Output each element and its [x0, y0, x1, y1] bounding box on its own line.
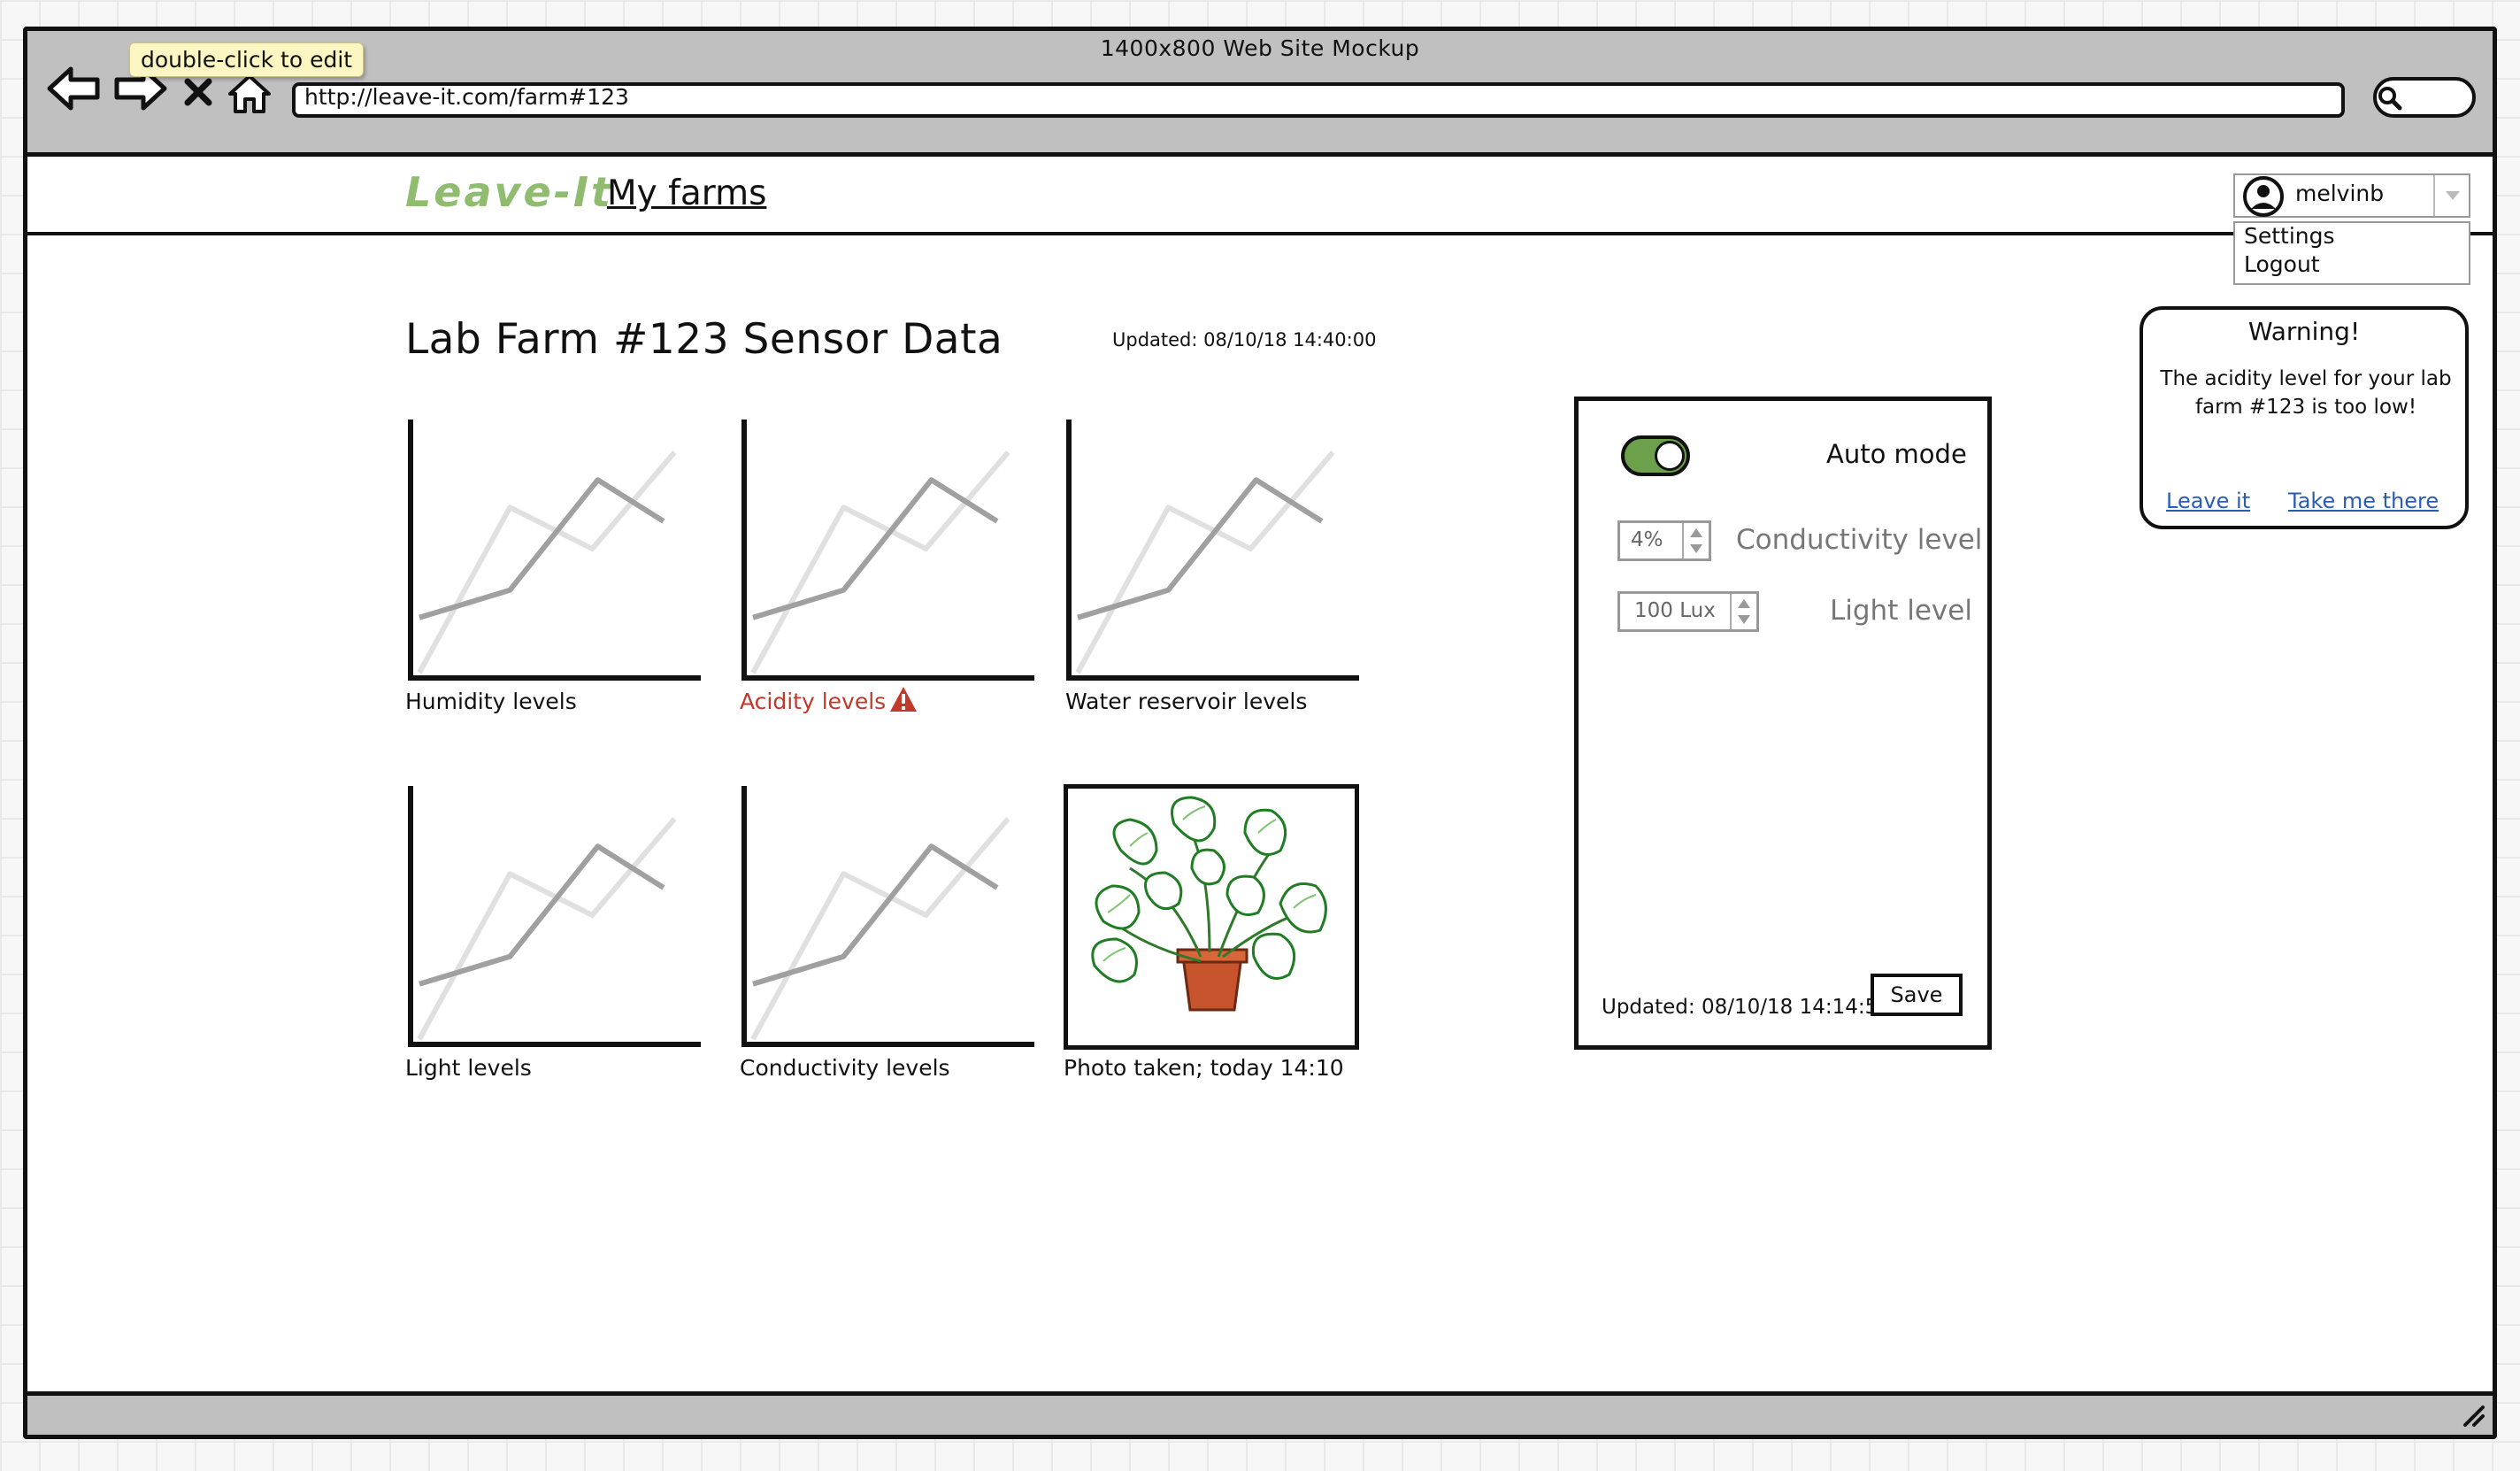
series-line-1	[419, 843, 665, 987]
user-name: melvinb	[2295, 181, 2385, 206]
plant-photo[interactable]	[1064, 784, 1359, 1050]
stepper-arrows-icon	[1738, 599, 1750, 624]
chart-svg	[408, 420, 701, 681]
series-line-2	[1075, 451, 1335, 674]
chart-label-acidity: Acidity levels	[740, 689, 887, 714]
light-value: 100 Lux	[1634, 599, 1716, 622]
chart-axes	[741, 786, 1034, 1047]
chart-axes	[741, 420, 1034, 681]
save-button[interactable]: Save	[1871, 974, 1963, 1016]
series-line-1	[752, 477, 999, 620]
chart-humidity[interactable]	[405, 416, 704, 682]
browser-window	[23, 27, 2497, 1439]
chart-svg	[741, 420, 1034, 681]
url-text: http://leave-it.com/farm#123	[304, 84, 629, 110]
warning-icon	[890, 687, 917, 712]
chart-axes	[408, 420, 701, 681]
conductivity-stepper[interactable]: 4%	[1617, 520, 1711, 561]
brand-logo[interactable]: Leave-It	[405, 168, 613, 216]
series-line-2	[750, 451, 1010, 674]
series-line-2	[750, 817, 1010, 1041]
panel-updated-timestamp: Updated: 08/10/18 14:14:59	[1602, 996, 1891, 1019]
chart-svg	[1066, 420, 1359, 681]
series-line-1	[752, 843, 999, 987]
toggle-knob	[1655, 441, 1685, 471]
chart-light[interactable]	[405, 782, 704, 1048]
toolbar-divider	[27, 152, 2493, 157]
series-line-1	[1077, 477, 1324, 620]
chevron-down-icon	[2446, 191, 2460, 200]
series-line-1	[419, 477, 665, 620]
avatar-icon	[2243, 176, 2284, 217]
menu-item-logout[interactable]: Logout	[2244, 251, 2320, 277]
light-arrows[interactable]	[1730, 594, 1756, 629]
photo-caption: Photo taken; today 14:10	[1064, 1055, 1344, 1081]
plant-image	[1091, 796, 1327, 1012]
controls-panel	[1574, 397, 1992, 1050]
chart-label-water-reservoir: Water reservoir levels	[1065, 689, 1308, 714]
dropdown-toggle[interactable]	[2433, 175, 2469, 216]
conductivity-arrows[interactable]	[1682, 523, 1709, 558]
chart-conductivity[interactable]	[739, 782, 1038, 1048]
browser-statusbar	[27, 1391, 2493, 1435]
conductivity-label: Conductivity level	[1736, 524, 1983, 556]
chart-label-conductivity: Conductivity levels	[740, 1055, 950, 1081]
nav-link-my-farms[interactable]: My farms	[607, 173, 766, 213]
chart-water-reservoir[interactable]	[1064, 416, 1363, 682]
warning-message: The acidity level for your lab farm #123…	[2160, 367, 2452, 419]
edit-tooltip: double-click to edit	[129, 42, 365, 77]
updated-timestamp: Updated: 08/10/18 14:40:00	[1112, 329, 1377, 350]
auto-mode-label: Auto mode	[1826, 439, 1967, 469]
stop-icon[interactable]	[182, 76, 214, 108]
light-label: Light level	[1830, 595, 1972, 627]
back-icon[interactable]	[46, 64, 101, 113]
series-line-2	[417, 817, 677, 1041]
chart-axes	[408, 786, 701, 1047]
home-icon[interactable]	[227, 73, 273, 115]
search-icon	[2378, 87, 2402, 111]
stepper-arrows-icon	[1690, 528, 1702, 553]
chart-acidity[interactable]	[739, 416, 1038, 682]
conductivity-value: 4%	[1631, 528, 1663, 551]
menu-item-settings[interactable]: Settings	[2244, 223, 2335, 249]
take-me-there-link[interactable]: Take me there	[2288, 489, 2439, 513]
chart-label-humidity: Humidity levels	[405, 689, 577, 714]
chart-label-light: Light levels	[405, 1055, 532, 1081]
chart-svg	[741, 786, 1034, 1047]
light-stepper[interactable]: 100 Lux	[1617, 591, 1759, 632]
chart-svg	[408, 786, 701, 1047]
page-title: Lab Farm #123 Sensor Data	[405, 315, 1003, 364]
series-line-2	[417, 451, 677, 674]
warning-title: Warning!	[2247, 317, 2361, 346]
resize-grip-icon[interactable]	[2460, 1402, 2486, 1429]
leave-it-link[interactable]: Leave it	[2166, 489, 2250, 513]
window-title: 1400x800 Web Site Mockup	[1100, 35, 1420, 61]
header-divider	[27, 232, 2493, 235]
chart-axes	[1066, 420, 1359, 681]
